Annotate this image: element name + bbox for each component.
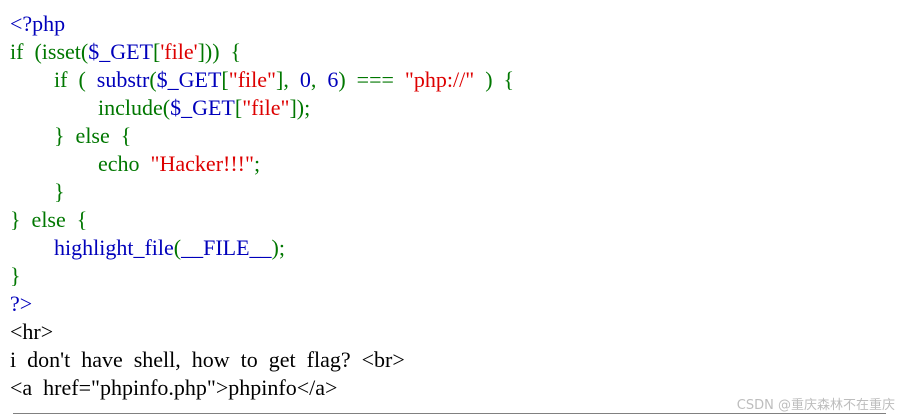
code-token: } bbox=[10, 263, 21, 288]
code-line: include($_GET["file"]); bbox=[10, 94, 514, 122]
code-token: echo bbox=[98, 151, 151, 176]
code-line: <a href="phpinfo.php">phpinfo</a> bbox=[10, 374, 514, 402]
code-token: ) { bbox=[474, 67, 515, 92]
code-token: isset bbox=[41, 39, 81, 64]
horizontal-rule bbox=[13, 413, 886, 414]
code-token: __FILE__ bbox=[181, 235, 272, 260]
code-token: 6 bbox=[327, 67, 339, 92]
code-token: 'file' bbox=[160, 39, 198, 64]
code-token: } else { bbox=[10, 207, 88, 232]
code-token: 0 bbox=[299, 67, 311, 92]
code-token: ], bbox=[276, 67, 300, 92]
code-token: if ( bbox=[10, 39, 42, 64]
code-token: ); bbox=[271, 235, 285, 260]
code-token: ( bbox=[149, 67, 157, 92]
code-token: <hr> bbox=[10, 319, 54, 344]
code-line: if ( substr($_GET["file"], 0, 6) === "ph… bbox=[10, 66, 514, 94]
code-line: ?> bbox=[10, 290, 514, 318]
code-token: highlight_file bbox=[54, 235, 174, 260]
code-token: ; bbox=[253, 151, 261, 176]
code-token: i don't have shell, how to get flag? <br… bbox=[10, 347, 405, 372]
code-token: } bbox=[54, 179, 65, 204]
code-token: } else { bbox=[54, 123, 132, 148]
php-source-code: <?php if (isset($_GET['file'])) { if ( su… bbox=[10, 10, 514, 402]
code-token: ( bbox=[173, 235, 182, 260]
code-line: } else { bbox=[10, 122, 514, 150]
code-line: echo "Hacker!!!"; bbox=[10, 150, 514, 178]
code-token: $_GET bbox=[88, 39, 153, 64]
code-token: "Hacker!!!" bbox=[150, 151, 254, 176]
code-token: $_GET bbox=[156, 67, 222, 92]
code-token: <a href="phpinfo.php">phpinfo</a> bbox=[10, 375, 338, 400]
code-token: $_GET bbox=[170, 95, 235, 120]
code-token: "php://" bbox=[404, 67, 475, 92]
code-token: ])) { bbox=[197, 39, 242, 64]
code-token: ?> bbox=[10, 291, 33, 316]
code-line: if (isset($_GET['file'])) { bbox=[10, 38, 514, 66]
code-line: <?php bbox=[10, 10, 514, 38]
code-line: <hr> bbox=[10, 318, 514, 346]
code-token: ]); bbox=[289, 95, 311, 120]
code-token: ) === bbox=[338, 67, 405, 92]
code-line: i don't have shell, how to get flag? <br… bbox=[10, 346, 514, 374]
code-token: <?php bbox=[10, 11, 66, 36]
code-line: } else { bbox=[10, 206, 514, 234]
code-line: } bbox=[10, 262, 514, 290]
code-token: "file" bbox=[242, 95, 290, 120]
code-token: include bbox=[98, 95, 163, 120]
code-token: substr bbox=[96, 67, 150, 92]
watermark: CSDN @重庆森林不在重庆 bbox=[736, 398, 895, 413]
code-line: highlight_file(__FILE__); bbox=[10, 234, 514, 262]
code-token: [ bbox=[221, 67, 229, 92]
code-token: "file" bbox=[228, 67, 277, 92]
code-token: ( bbox=[162, 95, 171, 120]
code-line: } bbox=[10, 178, 514, 206]
code-token: , bbox=[310, 67, 328, 92]
code-token: if ( bbox=[54, 67, 97, 92]
